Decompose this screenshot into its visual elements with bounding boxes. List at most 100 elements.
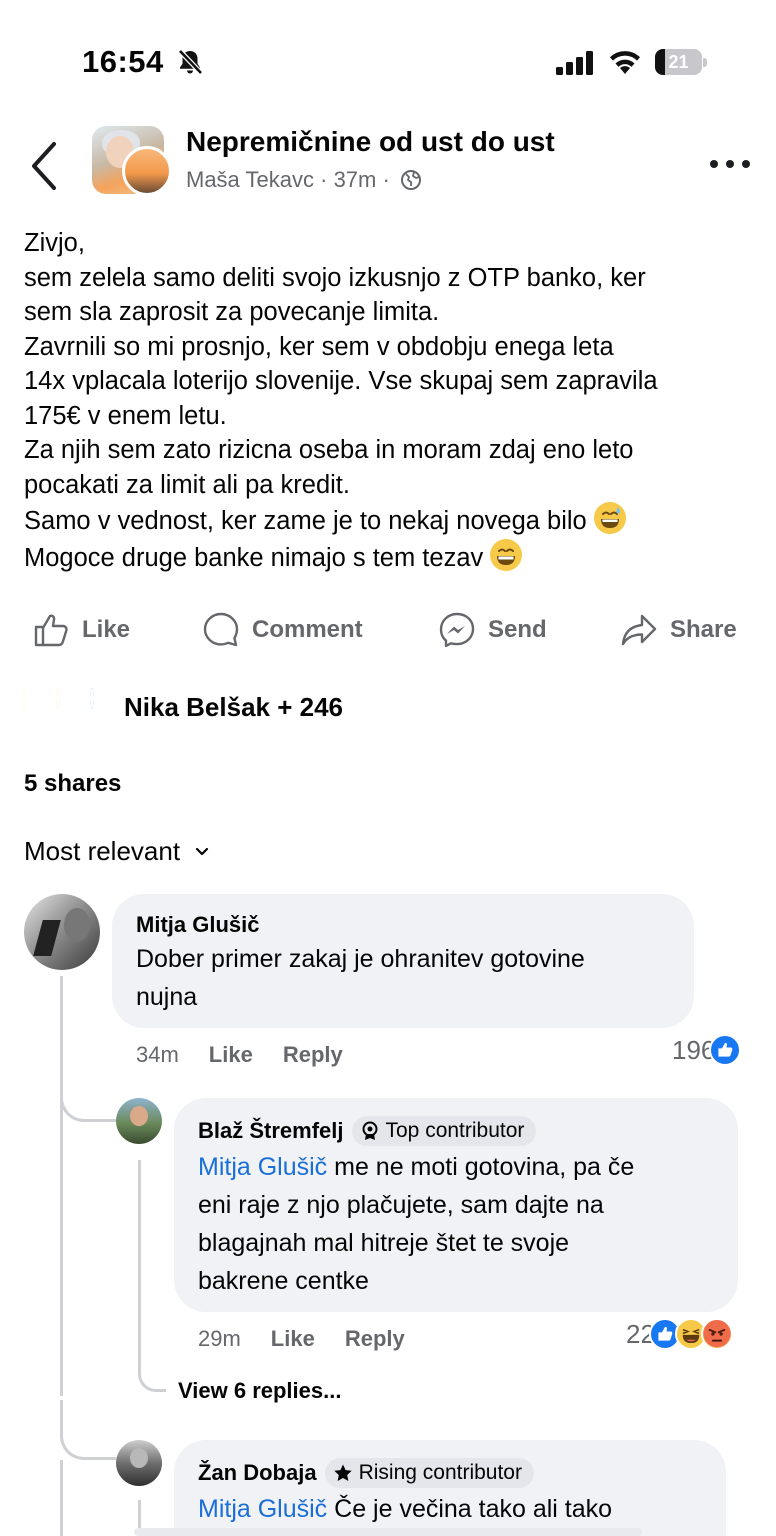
back-chevron-icon[interactable] bbox=[28, 140, 62, 192]
status-time: 16:54 bbox=[82, 44, 164, 79]
comment-line: blagajnah mal hitreje štet te svoje bbox=[198, 1229, 570, 1257]
comment-text: Dober primer zakaj je ohranitev gotovine… bbox=[136, 940, 585, 1016]
status-bar: 16:54 21 bbox=[0, 0, 776, 110]
comment-like-button[interactable]: Like bbox=[209, 1042, 253, 1067]
comment-meta: 34m Like Reply bbox=[136, 1042, 343, 1068]
badge-label: Rising contributor bbox=[358, 1461, 522, 1484]
comment-like-button[interactable]: Like bbox=[271, 1326, 315, 1351]
comment-time: 34m bbox=[136, 1042, 179, 1067]
like-reaction-icon bbox=[90, 688, 94, 709]
like-button[interactable]: Like bbox=[32, 606, 130, 654]
reaction-icons bbox=[22, 688, 118, 724]
mention-link[interactable]: Mitja Glušič bbox=[198, 1153, 327, 1181]
post-line-text: Samo v vednost, ker zame je to nekaj nov… bbox=[24, 507, 587, 535]
author-name[interactable]: Maša Tekavc bbox=[186, 167, 314, 192]
share-arrow-icon bbox=[621, 614, 657, 646]
post-line: Zivjo, bbox=[24, 229, 85, 257]
comment-author-row: Blaž Štremfelj Top contributor bbox=[198, 1116, 537, 1146]
home-indicator bbox=[134, 1528, 642, 1536]
post-line: 14x vplacala loterijo slovenije. Vse sku… bbox=[24, 367, 658, 395]
send-label: Send bbox=[488, 616, 547, 643]
comment-bubble: Žan Dobaja Rising contributor Mitja Gluš… bbox=[174, 1440, 726, 1536]
reactions-summary[interactable]: Nika Belšak + 246 bbox=[22, 688, 343, 724]
thread-line bbox=[60, 1460, 63, 1536]
like-reaction-icon bbox=[709, 1034, 742, 1066]
sort-label: Most relevant bbox=[24, 836, 181, 866]
contributor-badge-icon bbox=[362, 1121, 377, 1140]
grinning-sweat-emoji-icon bbox=[593, 502, 626, 534]
author-avatar[interactable] bbox=[122, 146, 172, 196]
group-name[interactable]: Nepremičnine od ust do ust bbox=[186, 126, 555, 158]
comment-reply-button[interactable]: Reply bbox=[345, 1326, 405, 1351]
comment-bubble: Blaž Štremfelj Top contributor Mitja Glu… bbox=[174, 1098, 738, 1312]
badge-label: Top contributor bbox=[385, 1119, 525, 1142]
haha-reaction-icon bbox=[56, 688, 60, 709]
comment-line: Mitja Glušič me ne moti gotovina, pa če bbox=[198, 1148, 634, 1186]
post-meta: Maša Tekavc · 37m · bbox=[186, 166, 422, 193]
like-label: Like bbox=[82, 616, 131, 643]
comment-line: Mitja Glušič Če je večina tako ali tako bbox=[198, 1490, 612, 1528]
commenter-avatar[interactable] bbox=[116, 1098, 162, 1144]
post-action-bar: Like Comment Send Share bbox=[0, 606, 776, 654]
thread-line bbox=[60, 976, 63, 1396]
comment-line-text: Če je večina tako ali tako bbox=[327, 1495, 613, 1523]
reply-thread-line bbox=[138, 1160, 141, 1350]
rising-contributor-badge[interactable]: Rising contributor bbox=[324, 1458, 534, 1488]
cellular-signal-icon bbox=[556, 51, 593, 75]
comment-line: Dober primer zakaj je ohranitev gotovine bbox=[136, 945, 585, 973]
comment-line: nujna bbox=[136, 983, 198, 1011]
post-line-with-emoji: Mogoce druge banke nimajo s tem tezav bbox=[24, 538, 764, 576]
comment-sort-dropdown[interactable]: Most relevant bbox=[24, 836, 210, 867]
commenter-avatar[interactable] bbox=[24, 894, 100, 970]
post-line: Za njih sem zato rizicna oseba in moram … bbox=[24, 436, 634, 464]
star-icon bbox=[333, 1464, 352, 1481]
globe-icon bbox=[400, 170, 421, 191]
send-button[interactable]: Send bbox=[438, 606, 547, 654]
thread-curve bbox=[60, 1400, 116, 1460]
post-line: sem zelela samo deliti svojo izkusnjo z … bbox=[24, 263, 646, 292]
thread-curve bbox=[60, 1070, 116, 1122]
comment-reaction-count[interactable]: 22 bbox=[626, 1318, 733, 1350]
grinning-emoji-icon bbox=[490, 538, 523, 571]
post-line: pocakati za limit ali pa kredit. bbox=[24, 470, 350, 499]
meta-separator: · bbox=[320, 167, 328, 193]
comment-time: 29m bbox=[198, 1326, 241, 1351]
comment-author[interactable]: Blaž Štremfelj bbox=[198, 1118, 344, 1144]
comment-author[interactable]: Mitja Glušič bbox=[136, 912, 259, 938]
share-button[interactable]: Share bbox=[620, 606, 737, 654]
top-contributor-badge[interactable]: Top contributor bbox=[351, 1116, 537, 1146]
comment-author-row: Žan Dobaja Rising contributor bbox=[198, 1458, 534, 1488]
messenger-icon bbox=[439, 612, 475, 648]
battery-icon: 21 bbox=[655, 49, 707, 75]
comment-reaction-count[interactable]: 196 bbox=[672, 1034, 742, 1066]
view-replies-link[interactable]: View 6 replies... bbox=[178, 1378, 341, 1404]
comment-author[interactable]: Žan Dobaja bbox=[198, 1460, 317, 1486]
comment-button[interactable]: Comment bbox=[202, 606, 363, 654]
comment-label: Comment bbox=[252, 616, 363, 643]
comment-line: eni raje z njo plačujete, sam dajte na bbox=[198, 1191, 604, 1219]
comment-meta: 29m Like Reply bbox=[198, 1326, 405, 1352]
thumbs-up-icon bbox=[34, 614, 68, 647]
more-options-icon[interactable] bbox=[710, 156, 750, 172]
comment-text: Mitja Glušič Če je večina tako ali tako bbox=[198, 1490, 612, 1528]
post-line-with-emoji: Samo v vednost, ker zame je to nekaj nov… bbox=[24, 502, 764, 539]
comment-text: Mitja Glušič me ne moti gotovina, pa če … bbox=[198, 1148, 634, 1300]
comment-line: bakrene centke bbox=[198, 1267, 369, 1295]
post-line: 175€ v enem letu. bbox=[24, 401, 227, 430]
post-line: sem sla zaprosit za povecanje limita. bbox=[24, 298, 440, 326]
commenter-avatar[interactable] bbox=[116, 1440, 162, 1486]
angry-reaction-icon bbox=[700, 1318, 733, 1350]
comment-reply-button[interactable]: Reply bbox=[283, 1042, 343, 1067]
post-line-text: Mogoce druge banke nimajo s tem tezav bbox=[24, 543, 484, 572]
reply-thread-curve bbox=[138, 1348, 166, 1392]
post-time: 37m bbox=[333, 167, 377, 193]
mention-link[interactable]: Mitja Glušič bbox=[198, 1495, 327, 1523]
battery-level: 21 bbox=[668, 52, 689, 72]
chevron-down-icon bbox=[195, 847, 209, 855]
post-body: Zivjo, sem zelela samo deliti svojo izku… bbox=[24, 226, 764, 575]
comment-line-text: me ne moti gotovina, pa če bbox=[327, 1153, 635, 1181]
shares-count[interactable]: 5 shares bbox=[24, 770, 121, 798]
comment-bubble-icon bbox=[203, 612, 239, 647]
share-label: Share bbox=[670, 616, 737, 643]
wifi-icon bbox=[610, 51, 640, 74]
